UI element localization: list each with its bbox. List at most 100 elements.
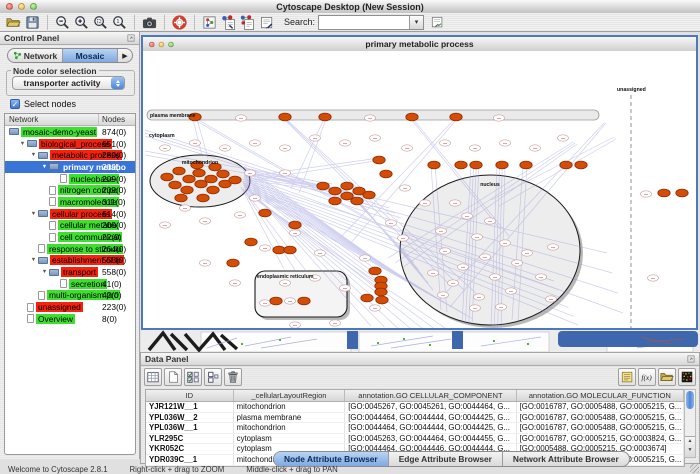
unselect-attributes-icon	[206, 370, 220, 384]
expand-triangle-icon[interactable]: ▼	[29, 257, 38, 263]
expand-triangle-icon[interactable]: ▼	[40, 164, 49, 170]
formula-button[interactable]: f(x)	[638, 368, 656, 386]
background-windows-strip	[141, 330, 700, 352]
tree-row-overview[interactable]: Overview8(0)	[5, 313, 135, 325]
window-titlebar[interactable]: Cytoscape Desktop (New Session)	[0, 0, 700, 14]
search-label: Search:	[284, 17, 315, 27]
tab-network[interactable]: Network	[8, 49, 63, 62]
status-zoom-hint: Right-click + drag to ZOOM	[130, 465, 225, 474]
scrollbar-arrows[interactable]: ▲▼	[685, 436, 695, 457]
search-input[interactable]	[319, 17, 409, 28]
help-button[interactable]	[170, 14, 189, 31]
node-color-dropdown-value: transporter activity	[13, 78, 111, 88]
tree-row-biological-process[interactable]: ▼biological_process651(0)	[5, 138, 135, 150]
open-attributes-button[interactable]	[658, 368, 676, 386]
snapshot-button[interactable]	[140, 14, 159, 31]
tree-row-transport[interactable]: ▼transport558(0)	[5, 266, 135, 278]
trash-icon	[226, 370, 240, 384]
new-doc-icon	[166, 370, 180, 384]
tree-row-cellular-process[interactable]: ▼cellular process614(0)	[5, 208, 135, 220]
expand-triangle-icon[interactable]: ▼	[18, 141, 27, 147]
tree-row-nitrogen-compo[interactable]: nitrogen compo209(0)	[5, 184, 135, 196]
table-column-header[interactable]: _cellularLayoutRegion	[234, 390, 346, 401]
table-row[interactable]: YJR121W__1mitochondrion[GO:0045267, GO:0…	[146, 402, 684, 413]
table-cell: YPL036W__2	[146, 413, 234, 423]
tree-row-response-to-stimulu[interactable]: response to stimulu264(0)	[5, 243, 135, 255]
toolbar-separator	[164, 15, 165, 30]
folder-icon	[38, 257, 48, 264]
search-dropdown-button[interactable]: ▾	[409, 16, 423, 29]
table-row[interactable]: YPL036W__1mitochondrion[GO:0044464, GO:0…	[146, 423, 684, 434]
expand-triangle-icon[interactable]: ▼	[29, 211, 38, 217]
network-tree: Network Nodes mosaic-demo-yeast874(0)▼bi…	[4, 113, 136, 455]
new-doc-button[interactable]	[164, 368, 182, 386]
table-column-header[interactable]: annotation.GO CELLULAR_COMPONENT	[345, 390, 516, 401]
annotation-icon	[259, 15, 274, 30]
table-row[interactable]: YPL036W__2plasma membrane[GO:0044464, GO…	[146, 413, 684, 424]
trash-button[interactable]	[224, 368, 242, 386]
table-header-row: ID_cellularLayoutRegionannotation.GO CEL…	[146, 390, 684, 402]
tree-row-unassigned[interactable]: unassigned223(0)	[5, 301, 135, 313]
import-node-attributes-button[interactable]	[219, 14, 238, 31]
node-color-dropdown[interactable]: transporter activity	[12, 76, 125, 90]
heatmap-button[interactable]	[678, 368, 696, 386]
save-button[interactable]	[23, 14, 42, 31]
float-panel-icon[interactable]	[126, 33, 136, 43]
import-edge-attributes-button[interactable]	[238, 14, 257, 31]
folder-icon	[38, 152, 48, 159]
tree-row-mosaic-demo-yeast[interactable]: mosaic-demo-yeast874(0)	[5, 126, 135, 138]
zoom-in-button[interactable]	[72, 14, 91, 31]
tab-overflow-button[interactable]: ▶	[118, 49, 132, 62]
network-window-titlebar[interactable]: primary metabolic process	[143, 37, 696, 52]
tree-row-label: Overview	[36, 314, 75, 324]
annotation-button[interactable]	[257, 14, 276, 31]
search-field: ▾	[318, 15, 424, 30]
tree-row-nucleobase-[interactable]: nucleobase-209(0)	[5, 173, 135, 185]
table-column-header[interactable]: ID	[146, 390, 234, 401]
tree-row-node-count: 209(0)	[102, 174, 126, 184]
zoom-fit-button[interactable]: 1	[110, 14, 129, 31]
file-icon	[38, 291, 45, 300]
vizmapper-button[interactable]	[200, 14, 219, 31]
zoom-out-button[interactable]	[53, 14, 72, 31]
expand-triangle-icon[interactable]: ▼	[29, 152, 38, 158]
select-attributes-button[interactable]	[184, 368, 202, 386]
tree-row-node-count: 223(0)	[102, 302, 126, 312]
tree-row-node-count: 558(0)	[102, 255, 126, 265]
network-graph[interactable]: plasma membranecytoplasmmitochondrionnuc…	[143, 51, 696, 328]
tree-column-nodes: Nodes	[102, 115, 125, 124]
folder-icon	[49, 269, 59, 276]
tree-row-multi-organism-pro[interactable]: multi-organism pro42(0)	[5, 290, 135, 302]
tab-mosaic[interactable]: Mosaic	[63, 49, 118, 62]
resize-grip[interactable]	[690, 464, 699, 473]
search-config-button[interactable]	[427, 14, 446, 31]
tree-row-establishment-of-lo[interactable]: ▼establishment of lo558(0)	[5, 255, 135, 267]
table-cell: [GO:0045263, GO:0044464, GO:0044455, G..…	[345, 434, 516, 444]
unselect-attributes-button[interactable]	[204, 368, 222, 386]
scrollbar-thumb[interactable]	[686, 391, 694, 409]
background-windows-decor	[141, 330, 700, 352]
tree-row-macromolecule[interactable]: macromolecule311(0)	[5, 196, 135, 208]
tree-row-node-count: 22(0)	[102, 232, 122, 242]
svg-text:1: 1	[117, 19, 120, 25]
notes-button[interactable]	[618, 368, 636, 386]
control-panel-title: Control Panel	[4, 33, 59, 43]
zoom-selected-button[interactable]	[91, 14, 110, 31]
select-nodes-checkbox[interactable]: ✓	[10, 99, 20, 109]
tree-row-secretion[interactable]: secretion41(0)	[5, 278, 135, 290]
network-canvas[interactable]: plasma membranecytoplasmmitochondrionnuc…	[143, 51, 696, 328]
tree-row-cellular-metabo[interactable]: cellular metabo209(0)	[5, 220, 135, 232]
status-welcome: Welcome to Cytoscape 2.8.1	[8, 465, 108, 474]
float-panel-icon[interactable]	[686, 354, 696, 364]
expand-triangle-icon[interactable]: ▼	[40, 269, 49, 275]
table-button[interactable]	[144, 368, 162, 386]
tree-row-metabolic-process[interactable]: ▼metabolic process280(0)	[5, 149, 135, 161]
tree-row-primary-metabo[interactable]: ▼primary metabo209(...	[5, 161, 135, 173]
table-row[interactable]: YLR295Ccytoplasm[GO:0045263, GO:0044464,…	[146, 434, 684, 445]
table-vertical-scrollbar[interactable]: ▲▼	[684, 389, 696, 458]
table-column-header[interactable]: annotation.GO MOLECULAR_FUNCTION	[517, 390, 684, 401]
tree-row-cell-communicat[interactable]: cell communicat22(0)	[5, 231, 135, 243]
folder-icon	[38, 210, 48, 217]
tree-row-label: transport	[61, 267, 98, 277]
open-button[interactable]	[4, 14, 23, 31]
